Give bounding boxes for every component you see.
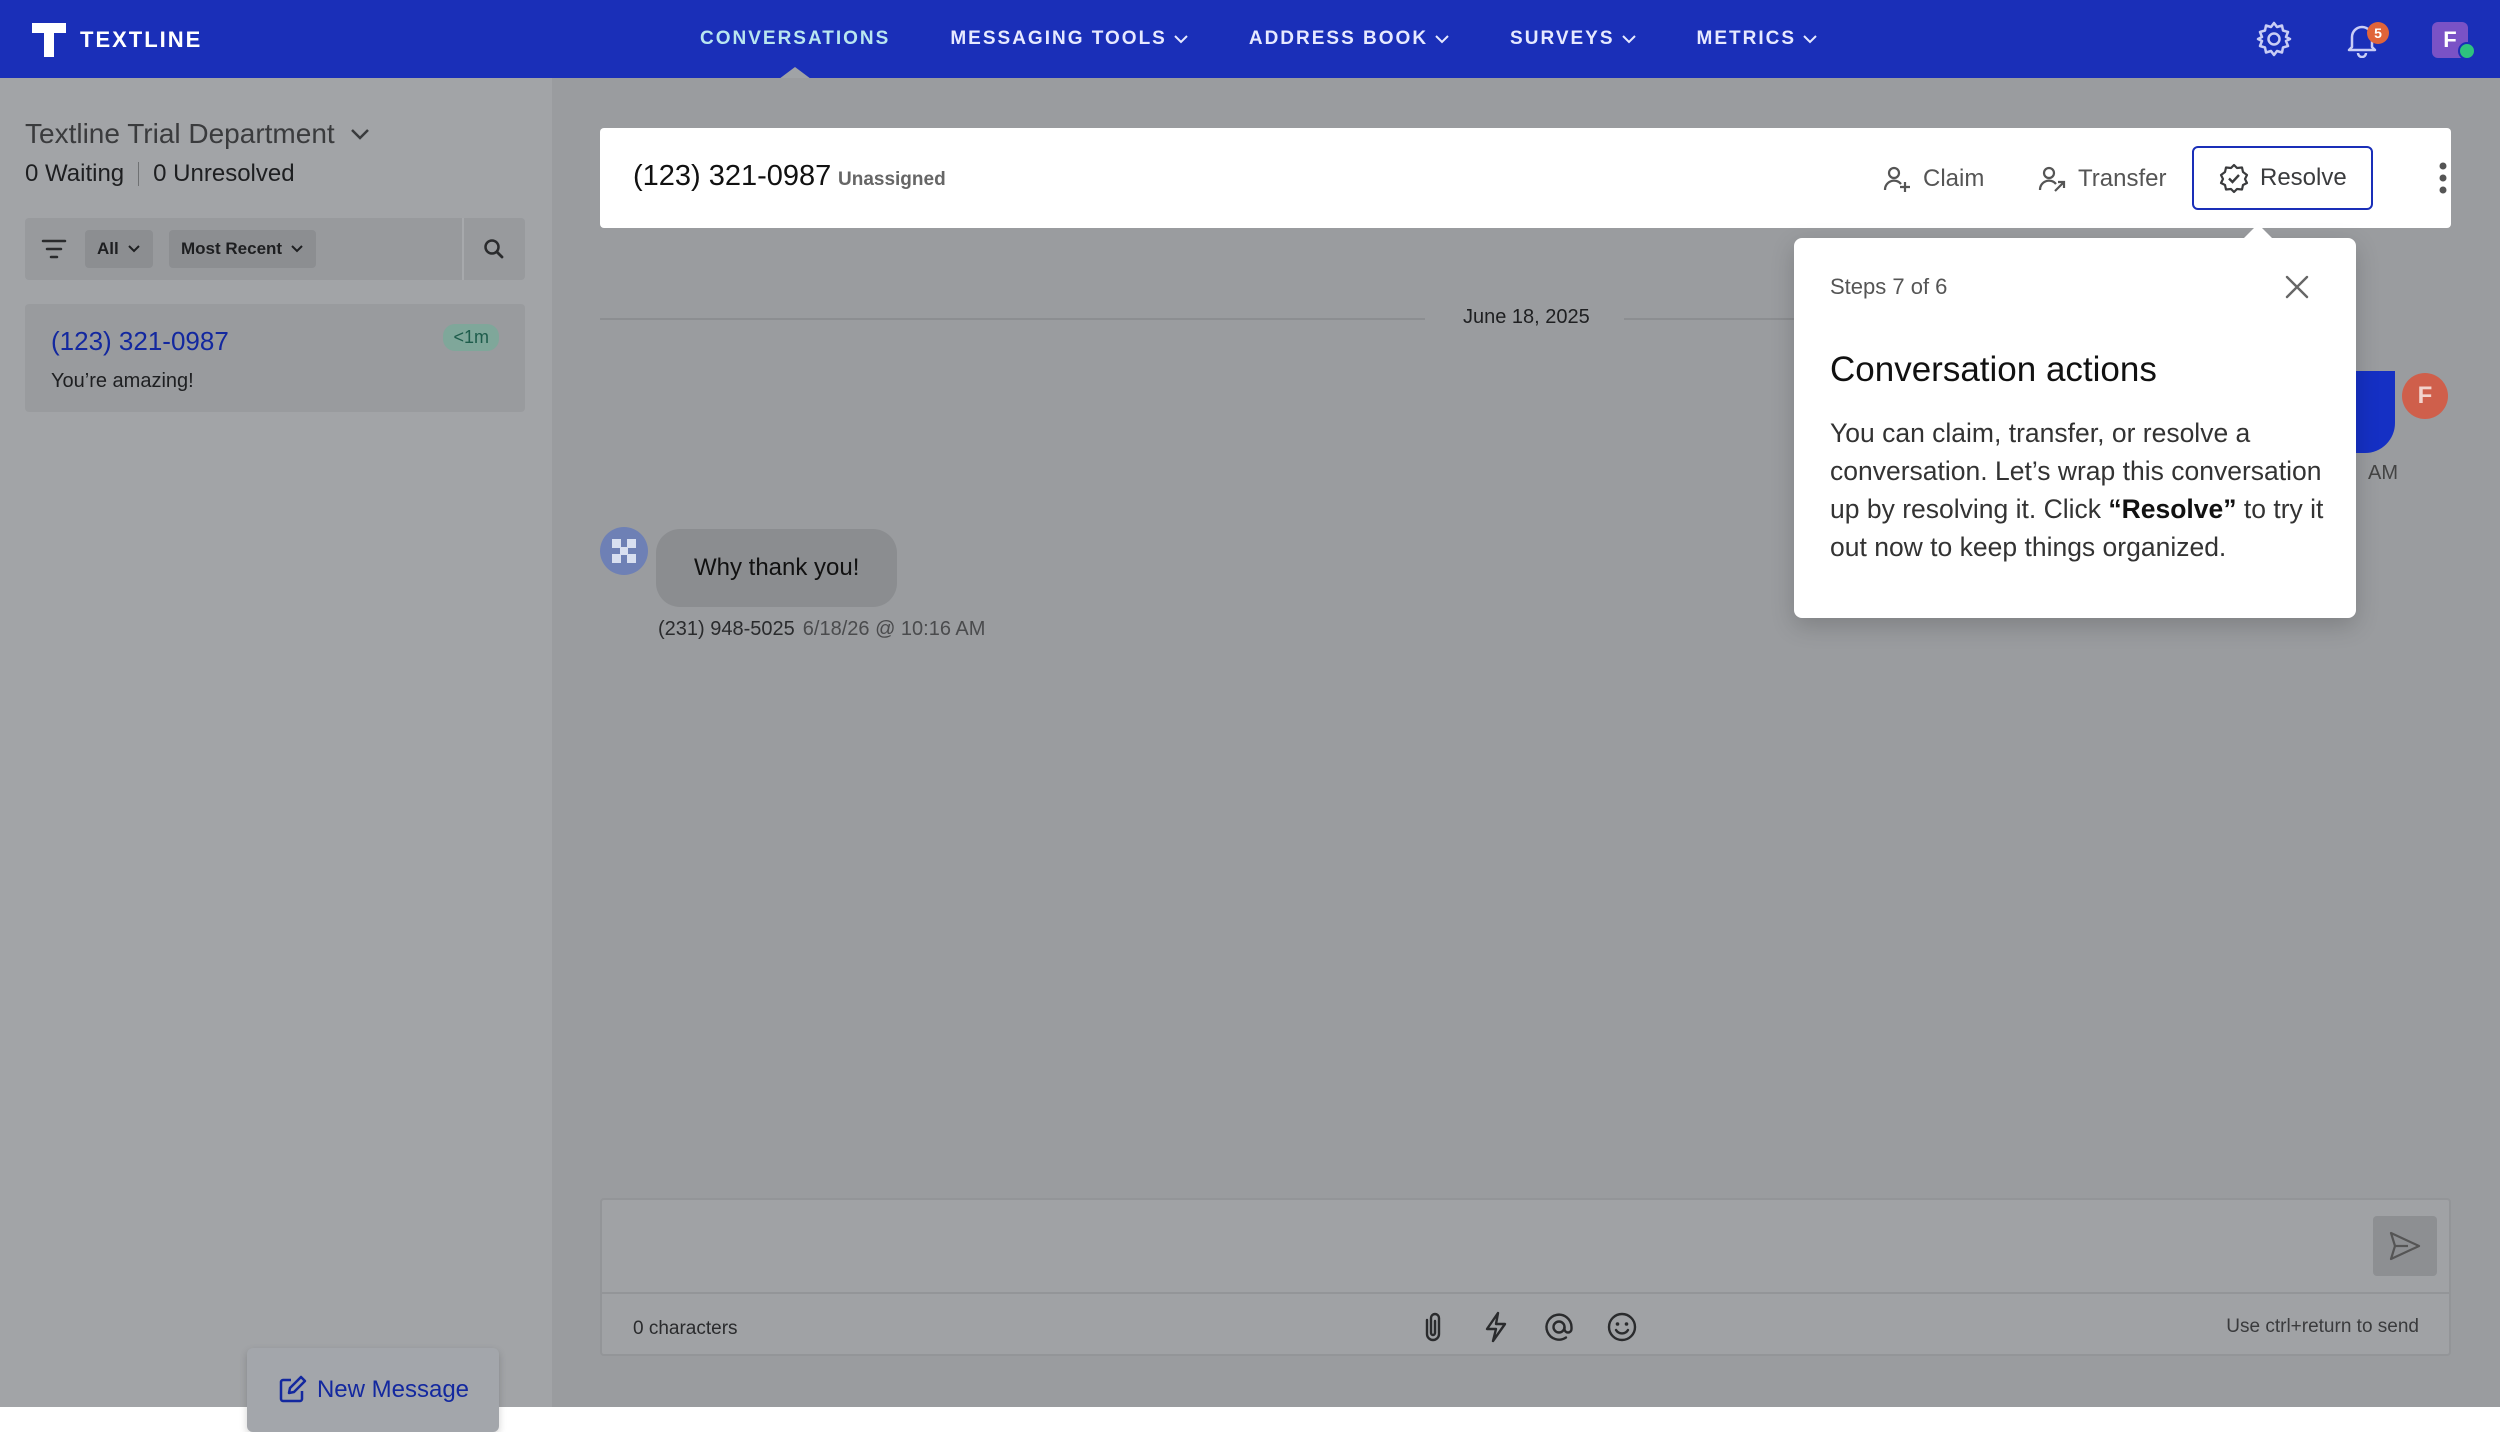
compose-icon xyxy=(279,1375,307,1403)
nav-address-book[interactable]: ADDRESS BOOK xyxy=(1249,0,1450,78)
outgoing-message-bubble xyxy=(2355,371,2395,453)
nav-conversations[interactable]: CONVERSATIONS xyxy=(700,0,891,79)
search-icon[interactable] xyxy=(481,236,507,262)
contact-avatar-icon xyxy=(600,527,648,575)
send-shortcut-hint: Use ctrl+return to send xyxy=(2226,1316,2419,1337)
textline-logo[interactable]: TEXTLINE xyxy=(30,20,202,60)
nav-metrics[interactable]: METRICS xyxy=(1697,0,1819,78)
message-composer: 0 characters Use ctrl+return to send xyxy=(600,1198,2451,1356)
filter-all-dropdown[interactable]: All xyxy=(85,230,153,268)
resolve-button[interactable]: Resolve xyxy=(2192,146,2373,210)
popover-arrow xyxy=(2244,224,2272,238)
chevron-down-icon xyxy=(1435,35,1449,44)
tour-step-indicator: Steps 7 of 6 xyxy=(1830,274,1948,299)
sender-avatar: F xyxy=(2402,373,2448,419)
onboarding-tour-popover: Steps 7 of 6 Conversation actions You ca… xyxy=(1794,224,2356,618)
incoming-message-text: Why thank you! xyxy=(694,554,860,581)
character-count: 0 characters xyxy=(633,1318,738,1339)
filter-icon[interactable] xyxy=(41,236,67,262)
mention-at-icon[interactable] xyxy=(1542,1310,1576,1344)
attachment-icon[interactable] xyxy=(1416,1310,1450,1344)
conversation-preview: You’re amazing! xyxy=(51,370,194,392)
notification-count-badge: 5 xyxy=(2367,22,2389,44)
send-icon xyxy=(2389,1231,2421,1261)
divider xyxy=(138,162,140,186)
new-message-label: New Message xyxy=(316,1376,470,1403)
department-selector[interactable]: Textline Trial Department xyxy=(25,118,371,150)
top-navigation-bar: TEXTLINE CONVERSATIONS MESSAGING TOOLS A… xyxy=(0,0,2500,79)
popover-title: Conversation actions xyxy=(1830,350,2157,389)
conversation-header: (123) 321-0987 Unassigned Claim Transfer… xyxy=(600,128,2451,228)
main-nav: CONVERSATIONS MESSAGING TOOLS ADDRESS BO… xyxy=(700,0,1878,79)
app-name: TEXTLINE xyxy=(80,27,203,52)
resolve-label: Resolve xyxy=(2260,164,2347,191)
chevron-down-icon xyxy=(291,245,303,253)
more-options-icon[interactable] xyxy=(2437,158,2449,198)
lightning-bolt-icon[interactable] xyxy=(1479,1310,1513,1344)
incoming-message-meta: (231) 948-5025 6/18/26 @ 10:16 AM xyxy=(658,618,985,641)
close-icon[interactable] xyxy=(2282,272,2312,302)
conversation-counts: 0 Waiting 0 Unresolved xyxy=(25,160,295,188)
online-status-dot xyxy=(2458,42,2476,60)
conversation-title-phone: (123) 321-0987 xyxy=(633,160,832,192)
chevron-down-icon xyxy=(350,129,369,140)
settings-gear-icon[interactable] xyxy=(2255,20,2293,58)
transfer-user-icon xyxy=(2038,166,2066,192)
chevron-down-icon xyxy=(1621,35,1636,44)
chevron-down-icon xyxy=(1803,35,1817,44)
chevron-down-icon xyxy=(1174,35,1188,44)
divider xyxy=(462,218,464,280)
emoji-smiley-icon[interactable] xyxy=(1605,1310,1639,1344)
waiting-count[interactable]: 0 Waiting xyxy=(25,160,124,188)
resolve-check-badge-icon xyxy=(2219,163,2249,194)
popover-body-highlight: “Resolve” xyxy=(2108,494,2237,524)
sort-label: Most Recent xyxy=(181,239,283,258)
textline-logo-icon xyxy=(32,23,66,57)
transfer-button[interactable]: Transfer xyxy=(2036,150,2166,208)
nav-conversations-label: CONVERSATIONS xyxy=(700,28,891,49)
new-message-button[interactable]: New Message xyxy=(247,1348,499,1432)
department-name: Textline Trial Department xyxy=(25,118,335,149)
nav-surveys[interactable]: SURVEYS xyxy=(1510,0,1636,78)
filter-bar: All Most Recent xyxy=(25,218,525,280)
incoming-sender: (231) 948-5025 xyxy=(658,618,795,640)
sort-dropdown[interactable]: Most Recent xyxy=(169,230,317,268)
conversation-phone: (123) 321-0987 xyxy=(51,326,229,356)
date-divider-line xyxy=(600,318,1425,320)
claim-button[interactable]: Claim xyxy=(1881,150,1984,208)
popover-body: You can claim, transfer, or resolve a co… xyxy=(1830,414,2330,566)
claim-user-plus-icon xyxy=(1883,166,1910,192)
nav-messaging-tools[interactable]: MESSAGING TOOLS xyxy=(950,0,1189,78)
date-divider-line xyxy=(1624,318,1794,320)
filter-all-label: All xyxy=(97,239,119,258)
transfer-label: Transfer xyxy=(2078,165,2167,192)
claim-label: Claim xyxy=(1923,165,1985,192)
nav-messaging-tools-label: MESSAGING TOOLS xyxy=(950,28,1167,49)
unresolved-count[interactable]: 0 Unresolved xyxy=(153,160,294,188)
conversation-list-item[interactable]: (123) 321-0987 You’re amazing! <1m xyxy=(25,304,525,412)
outgoing-message-meta: AM xyxy=(2368,462,2398,484)
nav-surveys-label: SURVEYS xyxy=(1510,28,1615,49)
conversations-sidebar: Textline Trial Department 0 Waiting 0 Un… xyxy=(0,78,552,1432)
divider xyxy=(602,1292,2449,1294)
nav-metrics-label: METRICS xyxy=(1696,28,1797,49)
nav-address-book-label: ADDRESS BOOK xyxy=(1248,28,1429,49)
incoming-message-bubble: Why thank you! xyxy=(656,529,898,607)
chevron-down-icon xyxy=(128,245,140,253)
date-divider-label: June 18, 2025 xyxy=(1463,306,1590,328)
conversation-age-badge: <1m xyxy=(443,324,499,351)
assignment-status: Unassigned xyxy=(838,169,946,190)
incoming-timestamp: 6/18/26 @ 10:16 AM xyxy=(802,618,986,640)
send-button[interactable] xyxy=(2373,1216,2437,1276)
message-input[interactable] xyxy=(602,1200,2352,1292)
